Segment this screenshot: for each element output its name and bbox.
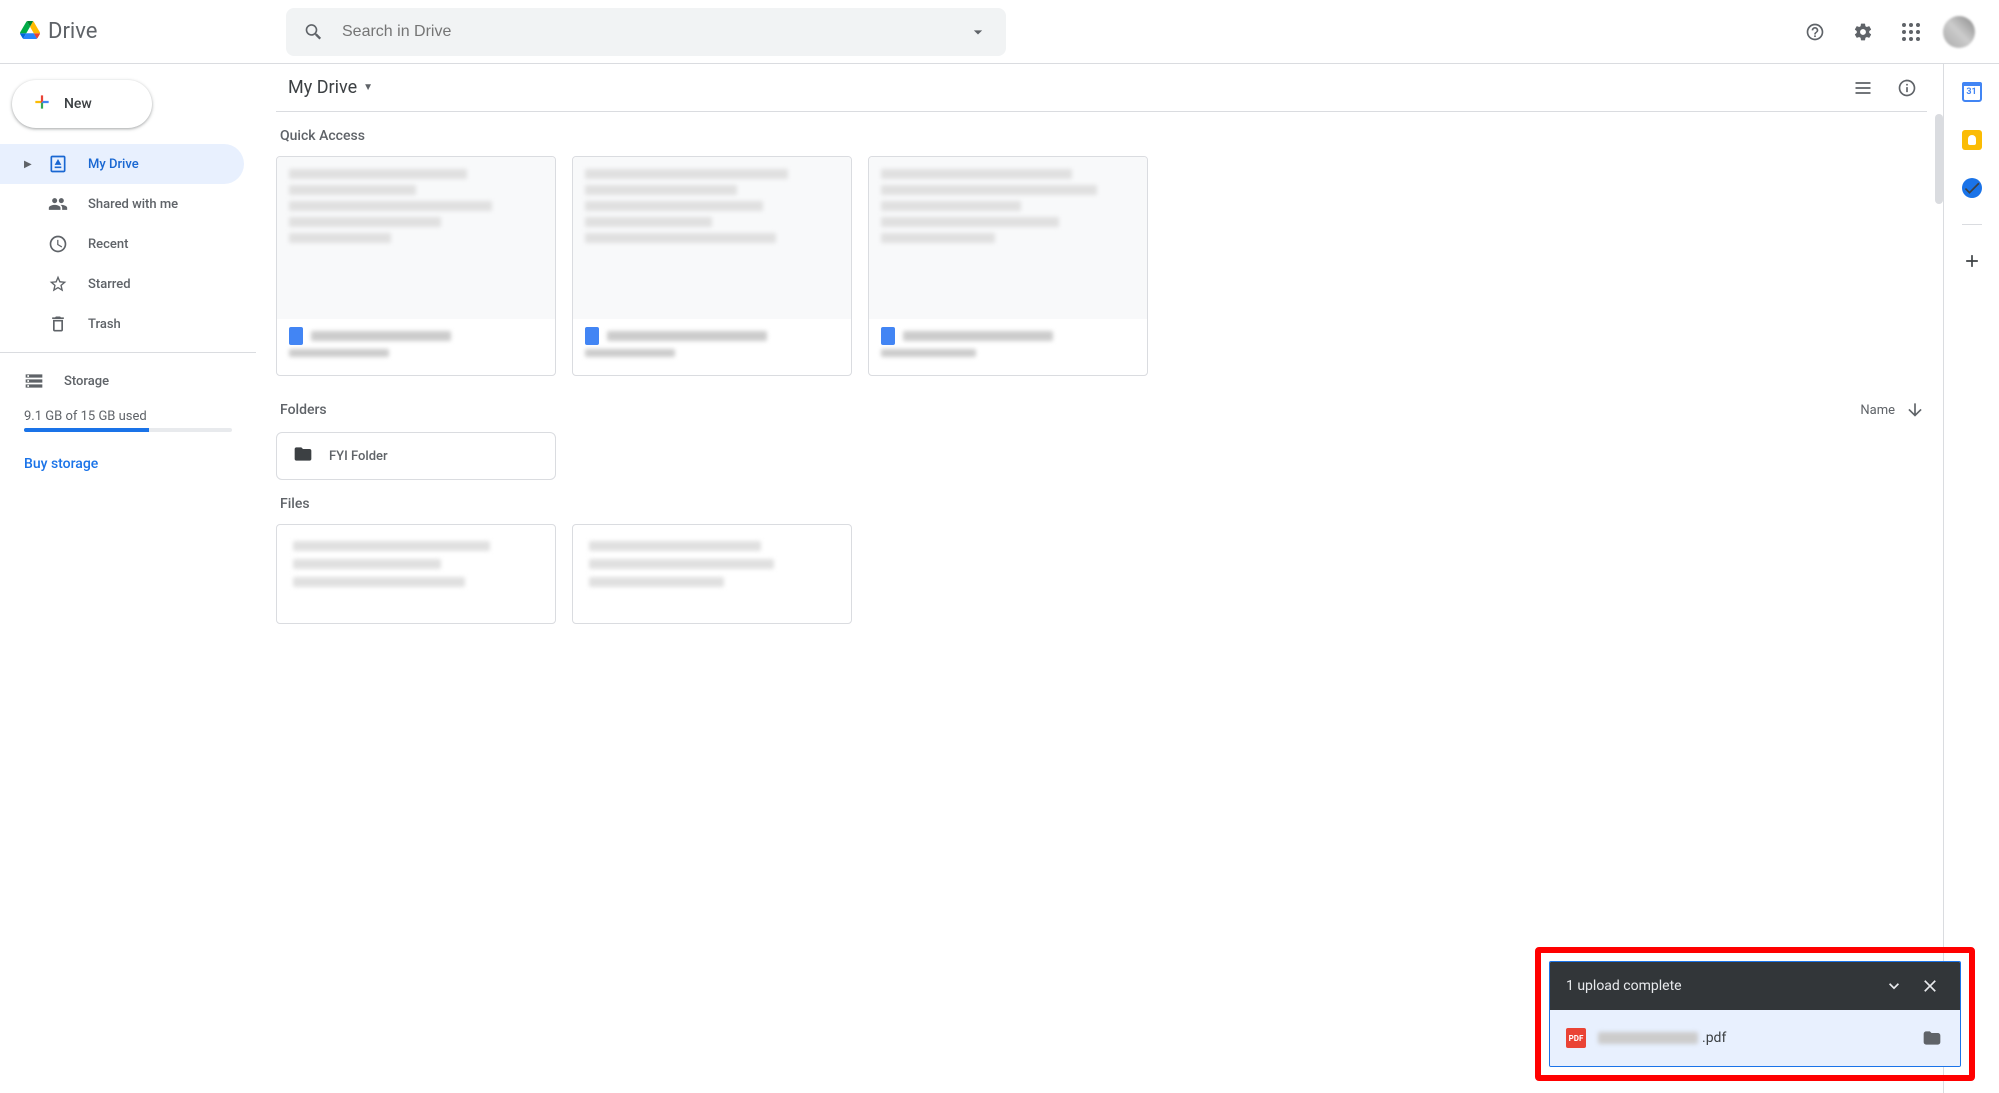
sidebar-item-my-drive[interactable]: ▶ My Drive [0,144,244,184]
sidebar: New ▶ My Drive Shared with me [0,64,256,1093]
sidebar-item-storage[interactable]: Storage [24,361,232,401]
upload-toast-header: 1 upload complete [1550,962,1960,1010]
sidebar-item-trash[interactable]: Trash [0,304,244,344]
storage-icon [24,371,44,391]
caret-down-icon: ▼ [363,82,373,93]
content-header: My Drive ▼ [276,64,1927,112]
breadcrumb[interactable]: My Drive ▼ [280,73,381,102]
upload-toast-title: 1 upload complete [1566,978,1682,994]
buy-storage-link[interactable]: Buy storage [24,448,98,480]
files-title: Files [280,496,1927,512]
sidebar-item-label: Starred [88,277,131,292]
sidebar-item-label: My Drive [88,157,139,172]
sidebar-item-recent[interactable]: Recent [0,224,244,264]
uploaded-filename: .pdf [1598,1030,1726,1046]
calendar-day: 31 [1966,87,1976,97]
apps-grid-icon [1902,23,1920,41]
trash-icon [48,314,68,334]
toast-close-button[interactable] [1916,972,1944,1000]
logo-area[interactable]: Drive [8,19,246,44]
side-panel: 31 [1943,64,1999,1093]
sidebar-item-label: Recent [88,237,128,252]
storage-bar [24,428,232,432]
sort-by-name[interactable]: Name [1860,403,1903,418]
people-icon [48,194,68,214]
quick-access-row [276,156,1927,376]
scrollbar[interactable] [1935,114,1943,204]
drive-logo-icon [20,20,40,44]
sort-arrow-icon[interactable] [1903,400,1927,420]
keep-app-icon[interactable] [1952,120,1992,160]
toast-minimize-button[interactable] [1880,972,1908,1000]
upload-toast-item[interactable]: PDF .pdf [1550,1010,1960,1066]
folders-title: Folders [280,402,327,418]
details-button[interactable] [1887,68,1927,108]
plus-icon [32,92,52,116]
search-icon[interactable] [294,12,334,52]
star-icon [48,274,68,294]
storage-label: Storage [64,374,109,389]
folder-card[interactable]: FYI Folder [276,432,556,480]
account-button[interactable] [1939,12,1979,52]
folder-icon [293,444,313,468]
sidebar-item-shared[interactable]: Shared with me [0,184,244,224]
sidebar-item-starred[interactable]: Starred [0,264,244,304]
file-extension: .pdf [1702,1030,1726,1046]
panel-divider [1962,224,1982,225]
storage-fill [24,428,149,432]
file-card[interactable] [276,524,556,624]
settings-button[interactable] [1843,12,1883,52]
avatar [1943,16,1975,48]
calendar-app-icon[interactable]: 31 [1952,72,1992,112]
pdf-icon: PDF [1566,1028,1586,1048]
quick-access-card[interactable] [276,156,556,376]
apps-button[interactable] [1891,12,1931,52]
tasks-app-icon[interactable] [1952,168,1992,208]
header: Drive [0,0,1999,64]
content-area: My Drive ▼ Quick Access [256,64,1943,1093]
sidebar-item-label: Shared with me [88,197,178,212]
search-bar[interactable] [286,8,1006,56]
clock-icon [48,234,68,254]
header-actions [1795,12,1991,52]
product-name: Drive [48,19,97,44]
new-button-label: New [64,96,92,112]
storage-used-text: 9.1 GB of 15 GB used [24,409,232,424]
locate-file-button[interactable] [1920,1026,1944,1050]
expand-icon[interactable]: ▶ [24,159,36,170]
breadcrumb-label: My Drive [288,77,357,98]
sidebar-item-label: Trash [88,317,121,332]
drive-icon [48,154,68,174]
quick-access-title: Quick Access [280,128,1927,144]
upload-toast-highlight: 1 upload complete PDF .pdf [1535,947,1975,1081]
list-view-button[interactable] [1843,68,1883,108]
upload-toast: 1 upload complete PDF .pdf [1549,961,1961,1067]
search-input[interactable] [334,23,958,41]
search-options-icon[interactable] [958,12,998,52]
quick-access-card[interactable] [868,156,1148,376]
new-button[interactable]: New [12,80,152,128]
divider [0,352,256,353]
quick-access-card[interactable] [572,156,852,376]
file-card[interactable] [572,524,852,624]
folder-name: FYI Folder [329,449,388,464]
add-addon-button[interactable] [1952,241,1992,281]
support-button[interactable] [1795,12,1835,52]
